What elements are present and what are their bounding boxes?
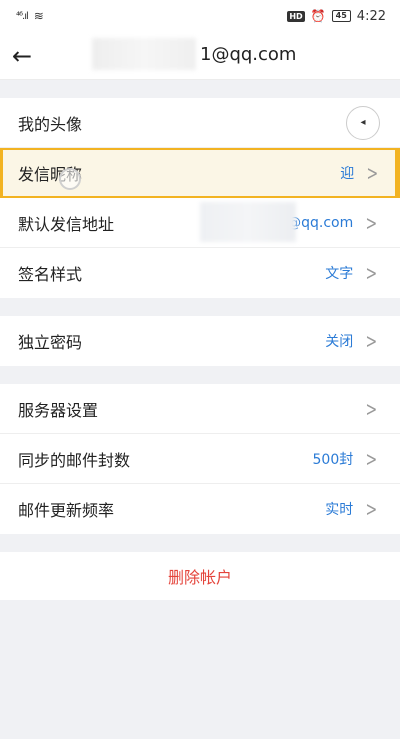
row-update-frequency[interactable]: 邮件更新频率 实时 > bbox=[0, 484, 400, 534]
section-gap bbox=[0, 534, 400, 552]
password-right: 关闭 > bbox=[325, 331, 380, 351]
sync-right: 500封 > bbox=[313, 449, 381, 469]
chevron-right-icon: > bbox=[365, 446, 378, 471]
server-right: > bbox=[363, 399, 380, 419]
alarm-icon: ⏰ bbox=[310, 9, 326, 23]
sync-label: 同步的邮件封数 bbox=[18, 450, 131, 470]
row-password[interactable]: 独立密码 关闭 > bbox=[0, 316, 400, 366]
address-label: 默认发信地址 bbox=[18, 214, 115, 234]
frequency-right: 实时 > bbox=[325, 499, 380, 519]
security-group: 独立密码 关闭 > bbox=[0, 316, 400, 366]
sync-value: 500封 bbox=[312, 451, 354, 468]
server-group: 服务器设置 > 同步的邮件封数 500封 > 邮件更新频率 实时 > bbox=[0, 384, 400, 534]
tap-indicator bbox=[59, 168, 81, 190]
password-value: 关闭 bbox=[325, 334, 354, 350]
nickname-right: 迎 > bbox=[340, 163, 381, 183]
avatar-image-icon: ◂ bbox=[360, 117, 366, 128]
row-signature[interactable]: 签名样式 文字 > bbox=[0, 248, 400, 298]
chevron-right-icon: > bbox=[365, 210, 378, 235]
delete-account-label: 删除帐户 bbox=[167, 568, 232, 587]
blurred-address-prefix bbox=[200, 202, 296, 242]
status-left: ⁴⁶.ıl ≋ bbox=[16, 9, 44, 23]
chevron-right-icon: > bbox=[365, 396, 378, 421]
signature-value: 文字 bbox=[325, 266, 354, 282]
password-label: 独立密码 bbox=[18, 333, 83, 352]
status-time: 4:22 bbox=[356, 8, 386, 24]
status-right: HD ⏰ 45 4:22 bbox=[287, 9, 386, 24]
back-button[interactable]: ← bbox=[0, 32, 44, 80]
delete-account-button[interactable]: 删除帐户 bbox=[0, 552, 400, 600]
signature-right: 文字 > bbox=[325, 263, 380, 283]
chevron-right-icon: > bbox=[365, 329, 378, 353]
section-gap bbox=[0, 298, 400, 316]
wifi-icon: ≋ bbox=[33, 9, 44, 23]
nickname-value: 迎 bbox=[340, 166, 355, 182]
row-sync-count[interactable]: 同步的邮件封数 500封 > bbox=[0, 434, 400, 484]
section-gap bbox=[0, 366, 400, 384]
title-bar: ← 1@qq.com bbox=[0, 32, 400, 80]
address-right: @qq.com > bbox=[287, 213, 380, 233]
row-avatar[interactable]: 我的头像 ◂ bbox=[0, 98, 400, 148]
avatar-label: 我的头像 bbox=[18, 114, 83, 134]
row-nickname[interactable]: 发信昵称 迎 > bbox=[0, 148, 400, 198]
blurred-title-prefix bbox=[92, 38, 196, 70]
hd-icon: HD bbox=[287, 10, 305, 22]
page-title: 1@qq.com bbox=[200, 44, 297, 65]
signal-icon: ⁴⁶.ıl bbox=[16, 10, 29, 22]
address-value: @qq.com bbox=[287, 214, 354, 231]
frequency-value: 实时 bbox=[325, 502, 354, 518]
battery-icon: 45 bbox=[331, 10, 351, 22]
server-label: 服务器设置 bbox=[18, 400, 99, 420]
chevron-right-icon: > bbox=[365, 497, 378, 521]
chevron-right-icon: > bbox=[366, 161, 379, 185]
profile-group: 我的头像 ◂ 发信昵称 迎 > 默认发信地址 @qq.com > 签名样式 文字… bbox=[0, 98, 400, 298]
empty-background bbox=[0, 600, 400, 737]
section-gap bbox=[0, 80, 400, 98]
signature-label: 签名样式 bbox=[18, 265, 83, 284]
row-server-settings[interactable]: 服务器设置 > bbox=[0, 384, 400, 434]
row-default-address[interactable]: 默认发信地址 @qq.com > bbox=[0, 198, 400, 248]
chevron-right-icon: > bbox=[365, 261, 378, 285]
arrow-left-icon: ← bbox=[11, 41, 33, 70]
avatar: ◂ bbox=[346, 105, 380, 140]
status-bar: ⁴⁶.ıl ≋ HD ⏰ 45 4:22 bbox=[0, 0, 400, 32]
frequency-label: 邮件更新频率 bbox=[18, 501, 115, 520]
